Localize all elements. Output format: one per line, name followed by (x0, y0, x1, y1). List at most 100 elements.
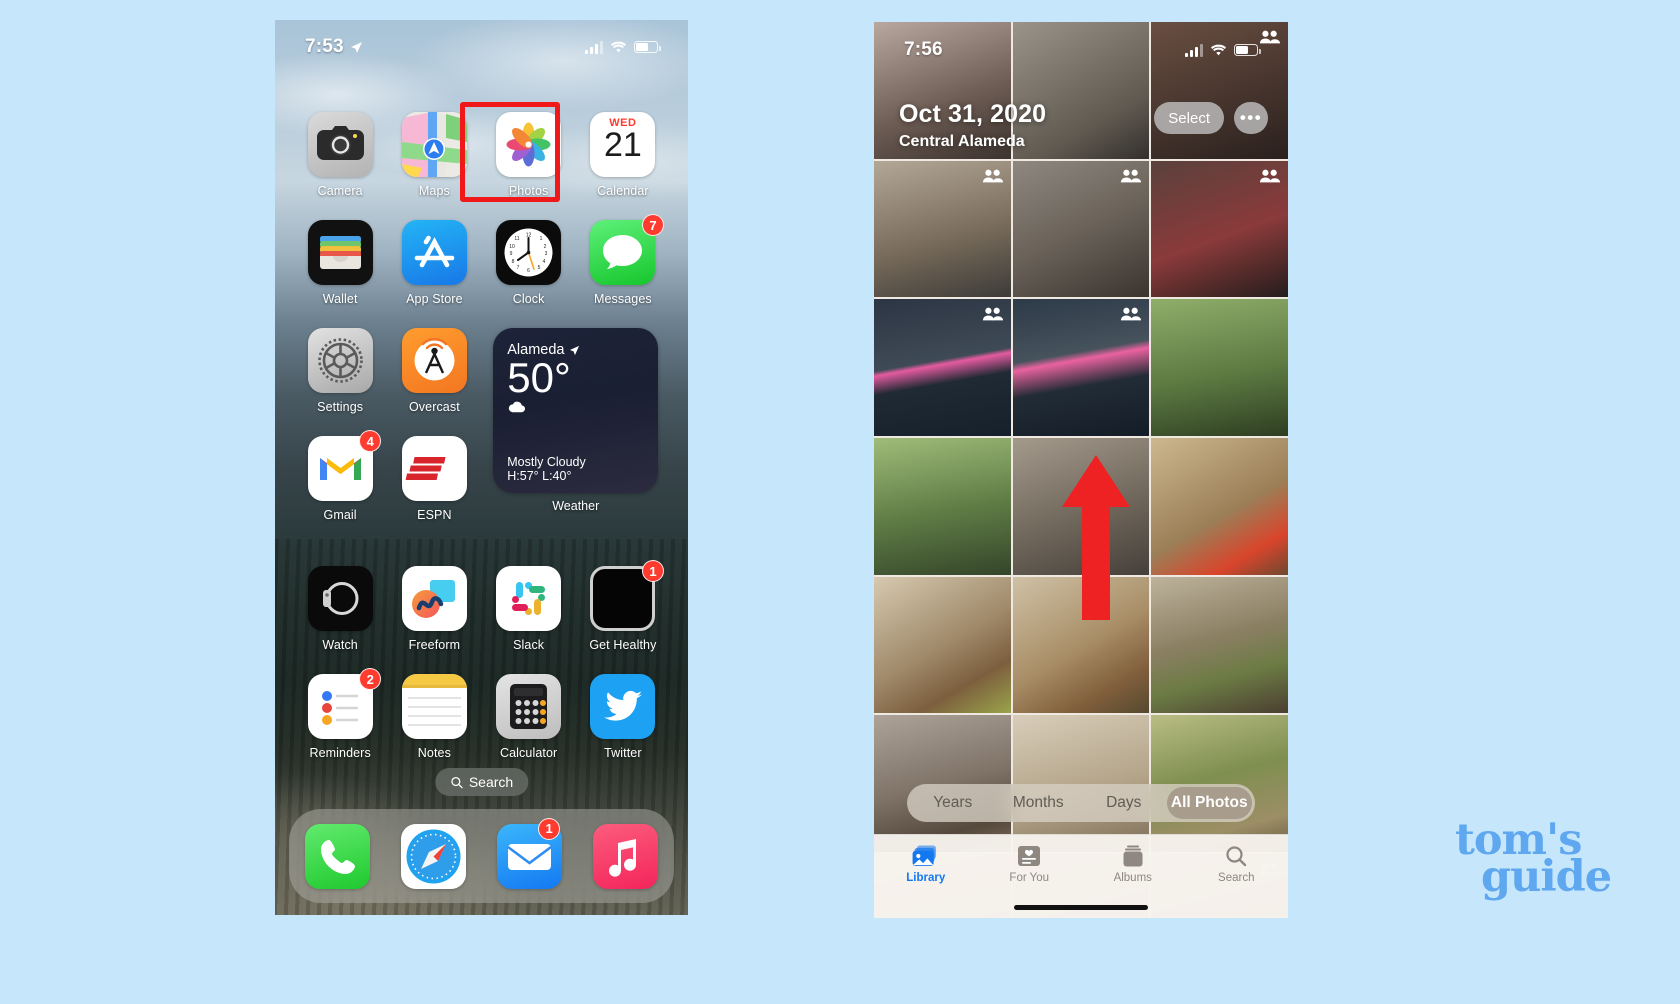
maps-icon (401, 112, 467, 177)
svg-text:2: 2 (544, 244, 547, 250)
photos-header-actions: Select ••• (1154, 102, 1268, 134)
albums-icon (1123, 845, 1143, 867)
app-label: Watch (322, 638, 358, 652)
app-icon-grid: Camera Maps Photos WED 21 Calendar Walle… (275, 102, 688, 760)
search-icon (1226, 846, 1247, 867)
status-bar-right (585, 40, 661, 54)
app-label: Get Healthy (589, 638, 657, 652)
watch-icon (307, 566, 373, 631)
app-wallet[interactable]: Wallet (293, 220, 387, 306)
app-gmail[interactable]: 4 Gmail (293, 430, 387, 522)
tab-label: Library (906, 872, 946, 884)
app-reminders[interactable]: 2 Reminders (293, 668, 387, 760)
dock-app-mail[interactable]: 1 (497, 817, 563, 889)
app-calendar[interactable]: WED 21 Calendar (576, 112, 670, 198)
dock-app-safari[interactable] (400, 823, 466, 889)
svg-text:11: 11 (515, 236, 520, 242)
app-label: Maps (418, 184, 450, 198)
more-options-icon[interactable]: ••• (1234, 102, 1268, 134)
photo-thumbnail[interactable] (1151, 438, 1288, 575)
home-search-pill[interactable]: Search (434, 768, 529, 796)
signal-bars-icon (585, 40, 603, 54)
svg-text:5: 5 (538, 265, 541, 271)
weather-widget[interactable]: Alameda 50° Mostly Cloudy H:57° L:40° We… (493, 328, 659, 513)
tab-library[interactable]: Library (874, 845, 978, 884)
badge-count: 2 (359, 668, 382, 690)
app-label: Gmail (323, 508, 357, 522)
twitter-icon (590, 674, 656, 739)
shared-people-icon (1259, 169, 1281, 183)
weather-high-low: H:57° L:40° (507, 469, 572, 483)
photo-thumbnail[interactable] (874, 438, 1011, 575)
clock-icon: 12 1 23 45 67 89 10 11 (496, 220, 562, 285)
screenshot-stage: 7:53 Camera Maps Photos WED 21 Calendar … (0, 0, 1680, 1004)
app-espn[interactable]: ESPN (387, 436, 481, 522)
app-twitter[interactable]: Twitter (576, 674, 670, 760)
svg-text:7: 7 (517, 265, 520, 271)
photo-thumbnail[interactable] (874, 299, 1011, 437)
tab-search[interactable]: Search (1185, 845, 1289, 884)
app-messages[interactable]: 7 Messages (576, 214, 670, 306)
photos-library-icon (912, 845, 937, 867)
app-camera[interactable]: Camera (293, 112, 387, 198)
calculator-icon (496, 674, 562, 739)
music-icon (593, 823, 659, 889)
app-maps[interactable]: Maps (387, 112, 481, 198)
app-photos[interactable]: Photos (459, 102, 576, 202)
location-arrow-icon (350, 41, 362, 53)
dock-app-music[interactable] (593, 823, 659, 889)
app-label: Twitter (604, 746, 642, 760)
dock-app-phone[interactable] (304, 823, 370, 889)
app-notes[interactable]: Notes (387, 674, 481, 760)
shared-people-icon (1121, 308, 1142, 321)
notes-icon (401, 674, 467, 739)
photo-thumbnail[interactable] (874, 576, 1011, 714)
tab-albums[interactable]: Albums (1081, 845, 1185, 884)
app-clock[interactable]: 12 1 23 45 67 89 10 11 Clock (482, 220, 576, 306)
wallet-icon (307, 220, 373, 285)
safari-icon (400, 823, 466, 889)
app-store-icon (401, 220, 467, 285)
app-settings[interactable]: Settings (293, 328, 387, 414)
app-overcast[interactable]: Overcast (387, 328, 481, 414)
app-label: Messages (593, 292, 652, 306)
iphone-home-screen: 7:53 Camera Maps Photos WED 21 Calendar … (275, 20, 688, 915)
photo-thumbnail[interactable] (874, 160, 1011, 298)
battery-icon (634, 41, 661, 53)
weather-temperature: 50° (507, 354, 571, 401)
segment-days[interactable]: Days (1081, 787, 1167, 819)
segment-months[interactable]: Months (996, 787, 1082, 819)
tab-for-you[interactable]: For You (978, 845, 1082, 884)
photo-thumbnail[interactable] (1151, 160, 1288, 298)
app-freeform[interactable]: Freeform (387, 566, 481, 652)
overcast-icon (401, 328, 467, 393)
segment-years[interactable]: Years (910, 787, 996, 819)
app-get-healthy[interactable]: 1 Get Healthy (576, 560, 670, 652)
search-icon (450, 776, 463, 788)
shared-people-icon (982, 308, 1003, 321)
settings-gear-icon (307, 328, 373, 393)
app-calculator[interactable]: Calculator (482, 674, 576, 760)
cloud-icon (509, 401, 526, 413)
app-label: Slack (513, 638, 545, 652)
shared-people-icon (1121, 169, 1142, 183)
svg-text:8: 8 (512, 259, 515, 265)
calendar-day-number: 21 (603, 126, 642, 164)
select-button[interactable]: Select (1154, 102, 1224, 134)
location-arrow-icon (570, 345, 580, 355)
svg-text:4: 4 (543, 259, 546, 265)
tab-label: For You (1009, 872, 1050, 884)
slack-icon (496, 566, 562, 631)
wifi-icon (1210, 44, 1227, 55)
app-app-store[interactable]: App Store (387, 220, 481, 306)
app-slack[interactable]: Slack (482, 566, 576, 652)
photo-thumbnail[interactable] (1012, 160, 1150, 298)
photo-thumbnail[interactable] (1151, 299, 1288, 437)
segment-all-photos[interactable]: All Photos (1166, 787, 1252, 819)
photo-thumbnail[interactable] (1012, 299, 1150, 437)
app-watch[interactable]: Watch (293, 566, 387, 652)
battery-icon (1234, 44, 1261, 56)
badge-count: 4 (359, 430, 382, 452)
for-you-icon (1018, 846, 1041, 866)
photo-thumbnail[interactable] (1151, 576, 1288, 714)
